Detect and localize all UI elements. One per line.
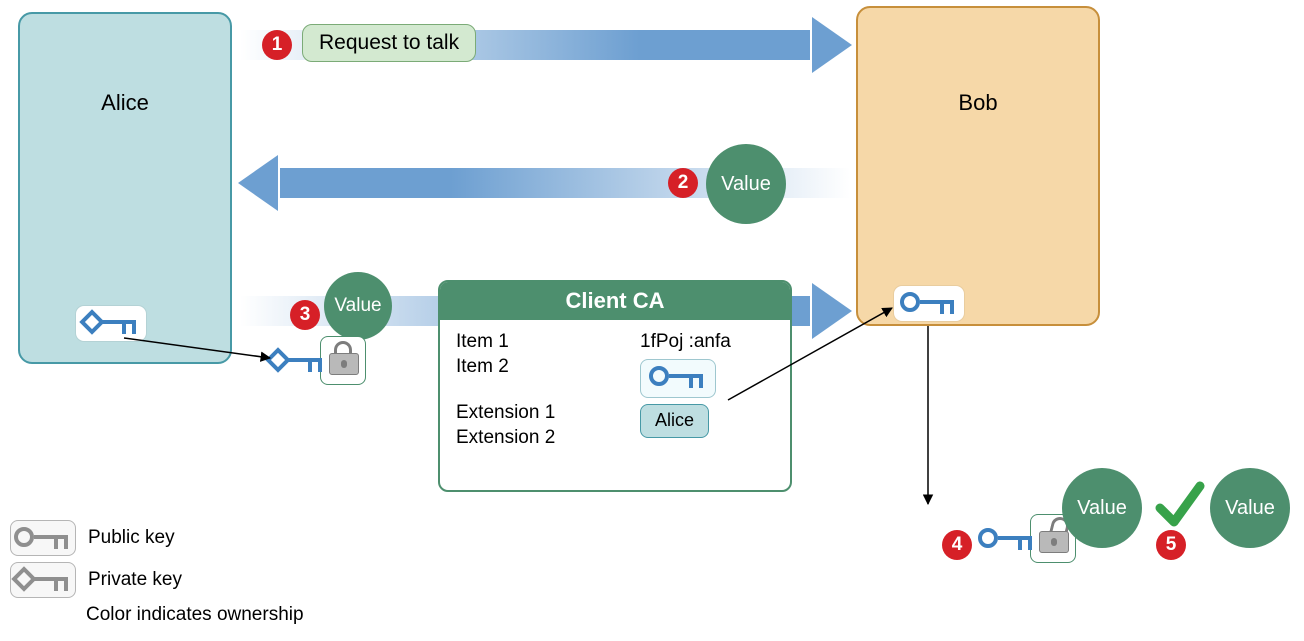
public-key-icon	[14, 525, 72, 551]
public-key-icon	[978, 526, 1036, 552]
legend: Public key Private key Color indicates o…	[10, 520, 304, 626]
step-3-num: 3	[300, 304, 311, 325]
step-4-keylock	[978, 514, 1076, 563]
step-2-value: Value	[706, 144, 786, 224]
step-3-value-text: Value	[334, 295, 381, 317]
legend-row-private: Private key	[10, 562, 304, 598]
step-3-value: Value	[324, 272, 392, 340]
step-4-value: Value	[1062, 468, 1142, 548]
ca-item: Item 2	[456, 355, 555, 380]
arrow-alice-key-to-lock	[120, 332, 290, 372]
step-5-badge: 5	[1156, 530, 1186, 560]
arrow-bob-key-down	[918, 326, 938, 516]
step-3-badge: 3	[290, 300, 320, 330]
step-2-num: 2	[678, 172, 689, 193]
step-1-label-text: Request to talk	[319, 31, 459, 54]
ca-pubkey-chip	[640, 359, 716, 399]
step-5-value-text: Value	[1225, 497, 1275, 520]
ca-ext: Extension 2	[456, 426, 555, 451]
legend-public-label: Public key	[88, 527, 175, 549]
legend-note: Color indicates ownership	[86, 604, 304, 626]
step-4-value-text: Value	[1077, 497, 1127, 520]
arrow-ca-key-to-bob	[724, 300, 914, 410]
legend-row-public: Public key	[10, 520, 304, 556]
checkmark-icon	[1154, 478, 1206, 530]
step-1-num: 1	[272, 34, 283, 55]
bob-label: Bob	[858, 90, 1098, 116]
step-2-badge: 2	[668, 168, 698, 198]
lock-closed-icon	[329, 343, 357, 375]
step-4-badge: 4	[942, 530, 972, 560]
bob-box: Bob	[856, 6, 1100, 326]
public-key-icon	[649, 364, 707, 390]
step-1-label: Request to talk	[302, 24, 476, 62]
ca-subject-chip: Alice	[640, 404, 709, 437]
lock-open-icon	[1039, 521, 1067, 553]
step-4-num: 4	[952, 534, 963, 555]
private-key-icon	[14, 567, 72, 593]
ca-item: Item 1	[456, 330, 555, 355]
step-5-value: Value	[1210, 468, 1290, 548]
step-5-num: 5	[1166, 534, 1177, 555]
step-2-value-text: Value	[721, 173, 771, 196]
step-1-badge: 1	[262, 30, 292, 60]
ca-ext: Extension 1	[456, 401, 555, 426]
ca-code: 1fPoj :anfa	[640, 330, 731, 355]
client-ca-right-col: 1fPoj :anfa Alice	[640, 330, 731, 438]
legend-private-label: Private key	[88, 569, 182, 591]
alice-label: Alice	[20, 90, 230, 116]
client-ca-left-col: Item 1 Item 2 Extension 1 Extension 2	[456, 330, 555, 451]
